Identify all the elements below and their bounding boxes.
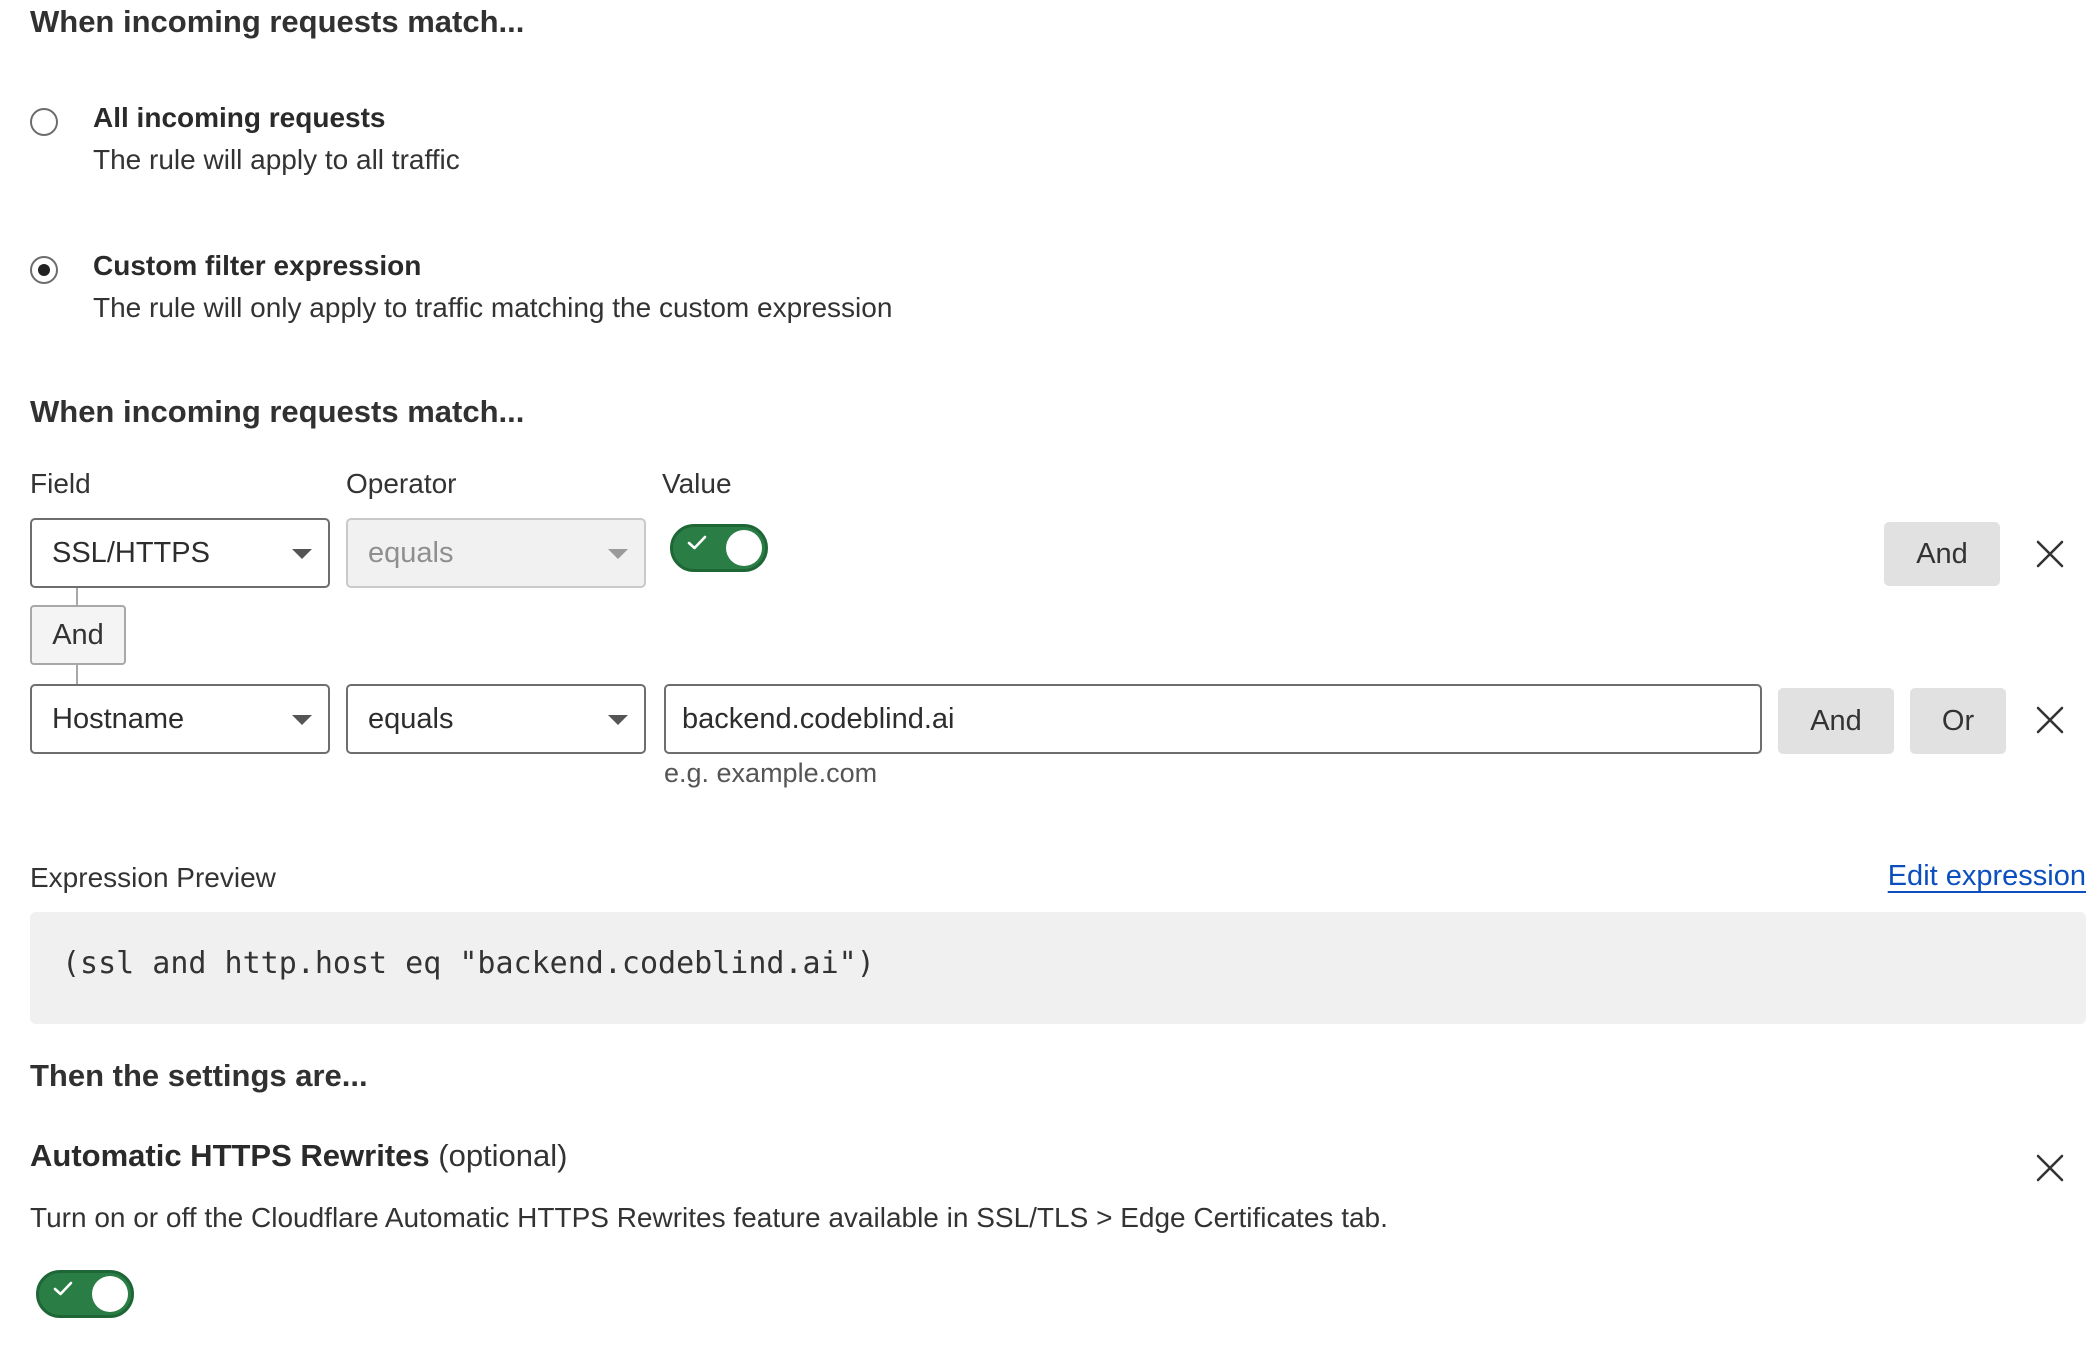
field-select-ssl[interactable]: SSL/HTTPS xyxy=(30,518,330,588)
toggle-knob xyxy=(726,530,762,566)
ssl-value-toggle[interactable] xyxy=(670,524,768,572)
expression-preview-code: (ssl and http.host eq "backend.codeblind… xyxy=(62,946,875,981)
field-select-value: SSL/HTTPS xyxy=(52,537,210,569)
and-joiner-button[interactable]: And xyxy=(30,605,126,665)
chevron-down-icon xyxy=(608,549,628,559)
add-and-condition-button[interactable]: And xyxy=(1778,688,1894,754)
setting-name: Automatic HTTPS Rewrites xyxy=(30,1138,430,1173)
add-or-condition-button[interactable]: Or xyxy=(1910,688,2006,754)
field-column-label: Field xyxy=(30,468,91,499)
chevron-down-icon xyxy=(608,715,628,725)
operator-select-value: equals xyxy=(368,703,454,735)
automatic-https-rewrites-toggle[interactable] xyxy=(36,1270,134,1318)
field-select-hostname[interactable]: Hostname xyxy=(30,684,330,754)
row-connector-line xyxy=(76,588,78,606)
setting-automatic-https-rewrites-title: Automatic HTTPS Rewrites (optional) xyxy=(30,1138,568,1174)
toggle-knob xyxy=(92,1276,128,1312)
check-icon xyxy=(687,535,707,550)
operator-select-hostname[interactable]: equals xyxy=(346,684,646,754)
field-select-value: Hostname xyxy=(52,703,185,735)
close-icon[interactable] xyxy=(2034,538,2066,570)
close-icon[interactable] xyxy=(2034,1152,2066,1184)
chevron-down-icon xyxy=(292,715,312,725)
option-custom-filter-title: Custom filter expression xyxy=(93,250,422,281)
hostname-value-hint: e.g. example.com xyxy=(664,758,878,788)
settings-title: Then the settings are... xyxy=(30,1058,368,1093)
check-icon xyxy=(53,1281,73,1296)
setting-optional-tag: (optional) xyxy=(438,1138,568,1173)
operator-select-ssl: equals xyxy=(346,518,646,588)
row-connector-line xyxy=(76,665,78,685)
hostname-value-input[interactable]: backend.codeblind.ai xyxy=(664,684,1762,754)
match-section-title: When incoming requests match... xyxy=(30,4,525,39)
expression-preview-box: (ssl and http.host eq "backend.codeblind… xyxy=(30,912,2086,1024)
setting-automatic-https-rewrites-description: Turn on or off the Cloudflare Automatic … xyxy=(30,1202,1388,1233)
builder-title: When incoming requests match... xyxy=(30,394,525,429)
chevron-down-icon xyxy=(292,549,312,559)
radio-custom-filter-expression[interactable] xyxy=(30,256,58,284)
value-column-label: Value xyxy=(662,468,732,499)
radio-all-incoming-requests[interactable] xyxy=(30,108,58,136)
option-all-requests-description: The rule will apply to all traffic xyxy=(93,144,460,175)
operator-select-value: equals xyxy=(368,537,454,569)
close-icon[interactable] xyxy=(2034,704,2066,736)
add-and-condition-button[interactable]: And xyxy=(1884,522,2000,586)
edit-expression-link[interactable]: Edit expression xyxy=(1888,860,2086,893)
expression-preview-label: Expression Preview xyxy=(30,862,276,893)
operator-column-label: Operator xyxy=(346,468,457,499)
option-all-requests-title: All incoming requests xyxy=(93,102,386,133)
hostname-value-text: backend.codeblind.ai xyxy=(682,703,955,735)
option-custom-filter-description: The rule will only apply to traffic matc… xyxy=(93,292,893,323)
